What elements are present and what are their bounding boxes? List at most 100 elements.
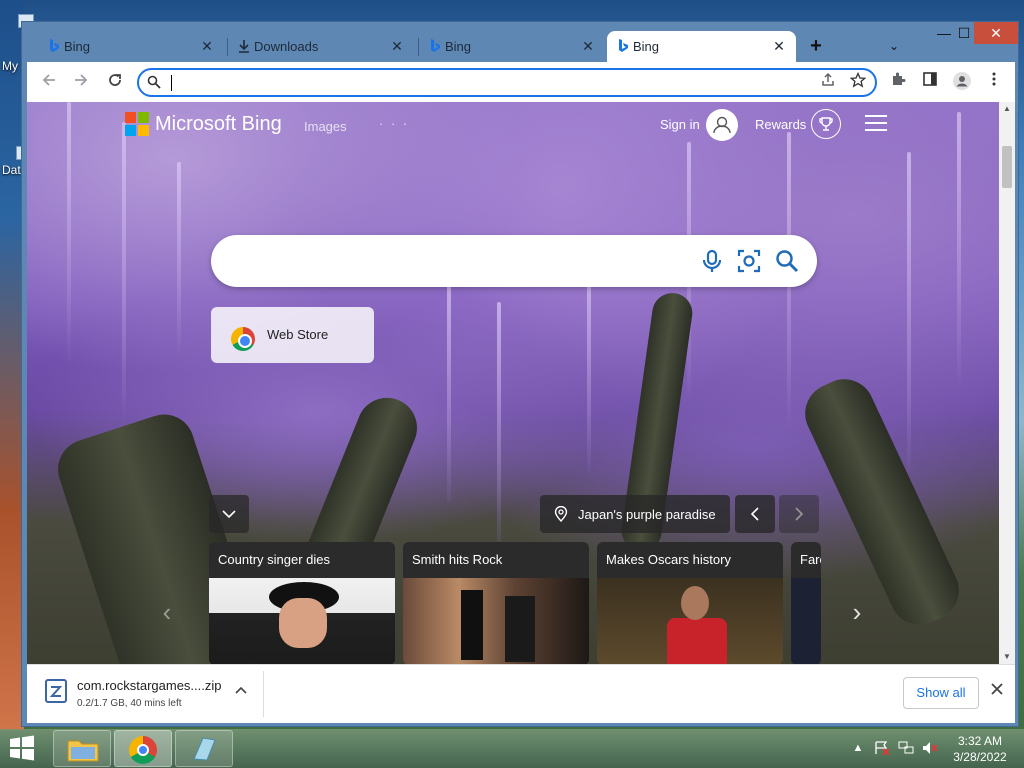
chrome-web-store-icon (231, 327, 255, 351)
news-card[interactable]: Country singer dies (209, 542, 395, 664)
image-info-button[interactable]: Japan's purple paradise (540, 495, 730, 533)
close-icon[interactable] (987, 681, 1007, 701)
bing-search-input[interactable] (235, 249, 685, 273)
scroll-up-arrow[interactable]: ▲ (999, 102, 1015, 116)
news-headline: Smith hits Rock (412, 552, 503, 567)
close-window-button[interactable]: ✕ (974, 22, 1018, 44)
bing-homepage: Microsoft Bing Images · · · Sign in Rewa… (27, 102, 999, 664)
news-card[interactable]: Smith hits Rock (403, 542, 589, 664)
location-pin-icon (554, 506, 568, 522)
trophy-icon[interactable] (811, 109, 841, 139)
download-status: 0.2/1.7 GB, 40 mins left (77, 698, 182, 709)
extensions-icon[interactable] (887, 71, 909, 93)
arrow-left-icon (42, 74, 55, 86)
more-links[interactable]: · · · (379, 116, 409, 131)
tab-downloads[interactable]: Downloads ✕ (228, 31, 414, 62)
browser-toolbar (27, 62, 1015, 102)
taskbar-file-explorer[interactable] (53, 730, 111, 767)
search-icon[interactable] (774, 248, 800, 274)
download-icon (239, 40, 249, 53)
close-icon[interactable]: ✕ (770, 37, 788, 55)
news-image (597, 578, 783, 664)
side-panel-icon[interactable] (919, 71, 941, 93)
wisteria-streak (447, 282, 451, 502)
download-filename[interactable]: com.rockstargames....zip (77, 678, 222, 693)
tab-label: Bing (445, 39, 472, 54)
taskbar-app[interactable] (175, 730, 233, 767)
zip-file-icon (45, 679, 67, 703)
sign-in-link[interactable]: Sign in (660, 117, 700, 132)
image-location-label: Japan's purple paradise (578, 507, 716, 522)
bing-search-box[interactable] (211, 235, 817, 287)
hamburger-menu-icon[interactable] (865, 115, 887, 133)
brand-name: Microsoft Bing (155, 112, 282, 135)
tab-search-button[interactable]: ⌄ (882, 34, 906, 58)
clock-time[interactable]: 3:32 AM (950, 734, 1010, 748)
close-icon[interactable]: ✕ (388, 37, 406, 55)
news-headline: Country singer dies (218, 552, 330, 567)
collapse-feed-button[interactable] (209, 495, 249, 533)
show-all-downloads-button[interactable]: Show all (903, 677, 979, 709)
chrome-icon (129, 736, 157, 764)
microphone-icon[interactable] (699, 248, 725, 274)
next-image-button[interactable] (779, 495, 819, 533)
arrow-right-icon (75, 74, 88, 86)
page-scrollbar[interactable]: ▲ ▼ (999, 102, 1015, 664)
news-image (209, 578, 395, 664)
user-avatar-icon[interactable] (706, 109, 738, 141)
tab-bing-active[interactable]: Bing ✕ (607, 31, 796, 62)
carousel-prev-arrow[interactable]: ‹ (155, 592, 179, 632)
text-caret (171, 75, 172, 91)
quick-link-tile[interactable]: Web Store (211, 307, 374, 363)
news-headline: Makes Oscars history (606, 552, 731, 567)
tab-bing-2[interactable]: Bing ✕ (419, 31, 605, 62)
tab-label: Bing (633, 39, 660, 54)
chevron-down-icon (222, 510, 236, 519)
back-button[interactable] (37, 70, 61, 94)
bing-logo[interactable]: Microsoft Bing (125, 112, 282, 136)
images-link[interactable]: Images (304, 119, 347, 134)
clock-date[interactable]: 3/28/2022 (948, 750, 1012, 764)
reload-button[interactable] (103, 70, 127, 94)
desktop-label-computer: My (2, 59, 18, 73)
windows-start-icon[interactable] (8, 735, 40, 763)
new-tab-button[interactable]: + (804, 34, 828, 58)
chevron-up-icon[interactable] (233, 683, 249, 699)
bookmark-star-icon[interactable] (847, 71, 869, 94)
microsoft-logo-icon (125, 112, 149, 136)
tab-strip: Bing ✕ Downloads ✕ Bing ✕ Bing ✕ + ⌄ — ☐… (22, 22, 1018, 62)
notepad-icon (193, 737, 216, 761)
wisteria-streak (67, 102, 71, 362)
chevron-left-icon (750, 507, 759, 521)
close-icon[interactable]: ✕ (579, 37, 597, 55)
close-icon[interactable]: ✕ (198, 37, 216, 55)
desktop-label-data: Dat (2, 163, 21, 177)
volume-muted-icon[interactable] (922, 741, 938, 755)
wisteria-streak (907, 152, 911, 472)
address-bar[interactable] (137, 68, 877, 97)
news-card[interactable]: Fare (791, 542, 821, 664)
show-hidden-icons[interactable]: ▲ (850, 741, 866, 755)
news-image (403, 578, 589, 664)
tab-bing-1[interactable]: Bing ✕ (38, 31, 224, 62)
scroll-down-arrow[interactable]: ▼ (999, 650, 1015, 664)
forward-button[interactable] (69, 70, 93, 94)
shelf-divider (263, 671, 264, 717)
chevron-right-icon (795, 507, 804, 521)
address-input[interactable] (169, 73, 789, 93)
previous-image-button[interactable] (735, 495, 775, 533)
taskbar-chrome[interactable] (114, 730, 172, 767)
share-icon[interactable] (817, 72, 839, 94)
network-icon[interactable] (898, 741, 914, 755)
wisteria-streak (587, 272, 591, 472)
tab-label: Bing (64, 39, 91, 54)
kebab-menu-icon[interactable] (983, 71, 1005, 93)
wisteria-streak (957, 112, 961, 392)
news-card[interactable]: Makes Oscars history (597, 542, 783, 664)
visual-search-icon[interactable] (736, 248, 762, 274)
rewards-link[interactable]: Rewards (755, 117, 806, 132)
action-center-flag-icon[interactable] (874, 741, 890, 756)
carousel-next-arrow[interactable]: › (845, 592, 869, 632)
scroll-thumb[interactable] (1002, 146, 1012, 188)
profile-icon[interactable] (951, 71, 973, 93)
